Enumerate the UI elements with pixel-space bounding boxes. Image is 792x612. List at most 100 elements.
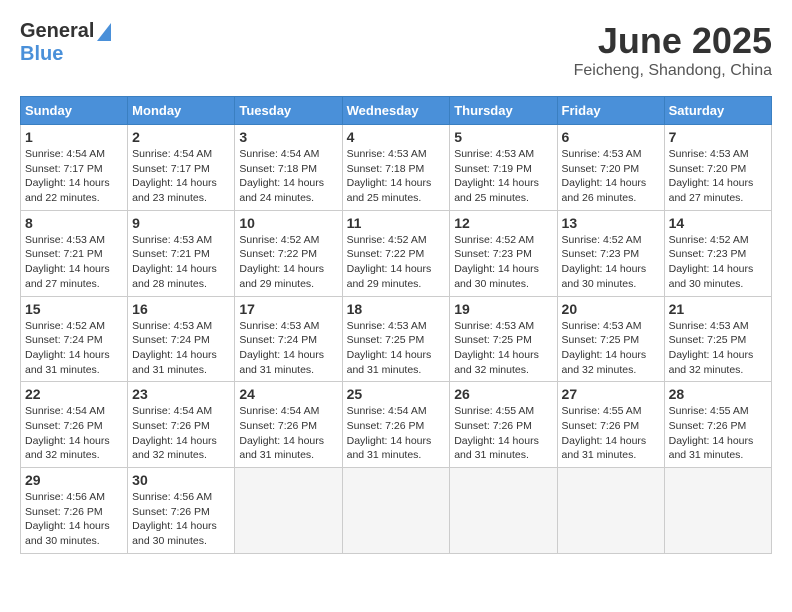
day-detail: Sunrise: 4:52 AM Sunset: 7:23 PM Dayligh…	[562, 233, 660, 292]
day-number: 27	[562, 386, 660, 402]
calendar-cell	[342, 468, 450, 554]
day-detail: Sunrise: 4:53 AM Sunset: 7:21 PM Dayligh…	[132, 233, 230, 292]
calendar-cell	[450, 468, 557, 554]
day-detail: Sunrise: 4:56 AM Sunset: 7:26 PM Dayligh…	[132, 490, 230, 549]
day-number: 6	[562, 129, 660, 145]
day-number: 10	[239, 215, 337, 231]
calendar-cell: 28 Sunrise: 4:55 AM Sunset: 7:26 PM Dayl…	[664, 382, 771, 468]
calendar-cell: 23 Sunrise: 4:54 AM Sunset: 7:26 PM Dayl…	[128, 382, 235, 468]
day-number: 19	[454, 301, 552, 317]
day-detail: Sunrise: 4:55 AM Sunset: 7:26 PM Dayligh…	[669, 404, 767, 463]
day-number: 1	[25, 129, 123, 145]
day-number: 24	[239, 386, 337, 402]
day-number: 21	[669, 301, 767, 317]
day-detail: Sunrise: 4:52 AM Sunset: 7:22 PM Dayligh…	[347, 233, 446, 292]
day-number: 13	[562, 215, 660, 231]
day-detail: Sunrise: 4:53 AM Sunset: 7:24 PM Dayligh…	[239, 319, 337, 378]
day-number: 30	[132, 472, 230, 488]
calendar-cell: 20 Sunrise: 4:53 AM Sunset: 7:25 PM Dayl…	[557, 296, 664, 382]
day-detail: Sunrise: 4:52 AM Sunset: 7:24 PM Dayligh…	[25, 319, 123, 378]
calendar-header-row: SundayMondayTuesdayWednesdayThursdayFrid…	[21, 97, 772, 125]
calendar-cell: 11 Sunrise: 4:52 AM Sunset: 7:22 PM Dayl…	[342, 210, 450, 296]
calendar-cell: 29 Sunrise: 4:56 AM Sunset: 7:26 PM Dayl…	[21, 468, 128, 554]
calendar-subtitle: Feicheng, Shandong, China	[574, 62, 772, 80]
day-detail: Sunrise: 4:54 AM Sunset: 7:26 PM Dayligh…	[239, 404, 337, 463]
logo-name: General	[20, 20, 111, 43]
calendar-cell: 13 Sunrise: 4:52 AM Sunset: 7:23 PM Dayl…	[557, 210, 664, 296]
logo-general-text: General	[20, 20, 94, 43]
day-header-saturday: Saturday	[664, 97, 771, 125]
calendar-cell: 22 Sunrise: 4:54 AM Sunset: 7:26 PM Dayl…	[21, 382, 128, 468]
day-detail: Sunrise: 4:54 AM Sunset: 7:26 PM Dayligh…	[25, 404, 123, 463]
calendar-cell	[557, 468, 664, 554]
day-header-friday: Friday	[557, 97, 664, 125]
calendar-cell: 10 Sunrise: 4:52 AM Sunset: 7:22 PM Dayl…	[235, 210, 342, 296]
calendar-cell: 12 Sunrise: 4:52 AM Sunset: 7:23 PM Dayl…	[450, 210, 557, 296]
day-number: 7	[669, 129, 767, 145]
day-detail: Sunrise: 4:53 AM Sunset: 7:24 PM Dayligh…	[132, 319, 230, 378]
day-detail: Sunrise: 4:54 AM Sunset: 7:18 PM Dayligh…	[239, 147, 337, 206]
day-detail: Sunrise: 4:54 AM Sunset: 7:26 PM Dayligh…	[347, 404, 446, 463]
calendar-cell: 1 Sunrise: 4:54 AM Sunset: 7:17 PM Dayli…	[21, 125, 128, 211]
day-detail: Sunrise: 4:53 AM Sunset: 7:25 PM Dayligh…	[562, 319, 660, 378]
day-detail: Sunrise: 4:53 AM Sunset: 7:18 PM Dayligh…	[347, 147, 446, 206]
day-number: 4	[347, 129, 446, 145]
day-number: 5	[454, 129, 552, 145]
day-number: 25	[347, 386, 446, 402]
day-number: 12	[454, 215, 552, 231]
day-detail: Sunrise: 4:54 AM Sunset: 7:17 PM Dayligh…	[25, 147, 123, 206]
calendar-cell: 8 Sunrise: 4:53 AM Sunset: 7:21 PM Dayli…	[21, 210, 128, 296]
calendar-cell: 16 Sunrise: 4:53 AM Sunset: 7:24 PM Dayl…	[128, 296, 235, 382]
day-detail: Sunrise: 4:54 AM Sunset: 7:17 PM Dayligh…	[132, 147, 230, 206]
calendar-week-2: 8 Sunrise: 4:53 AM Sunset: 7:21 PM Dayli…	[21, 210, 772, 296]
day-number: 23	[132, 386, 230, 402]
day-detail: Sunrise: 4:55 AM Sunset: 7:26 PM Dayligh…	[454, 404, 552, 463]
calendar-cell: 25 Sunrise: 4:54 AM Sunset: 7:26 PM Dayl…	[342, 382, 450, 468]
calendar-cell	[235, 468, 342, 554]
day-number: 15	[25, 301, 123, 317]
calendar-cell: 2 Sunrise: 4:54 AM Sunset: 7:17 PM Dayli…	[128, 125, 235, 211]
day-detail: Sunrise: 4:53 AM Sunset: 7:20 PM Dayligh…	[669, 147, 767, 206]
calendar-cell: 5 Sunrise: 4:53 AM Sunset: 7:19 PM Dayli…	[450, 125, 557, 211]
day-number: 26	[454, 386, 552, 402]
day-detail: Sunrise: 4:53 AM Sunset: 7:21 PM Dayligh…	[25, 233, 123, 292]
calendar-cell: 7 Sunrise: 4:53 AM Sunset: 7:20 PM Dayli…	[664, 125, 771, 211]
calendar-cell: 9 Sunrise: 4:53 AM Sunset: 7:21 PM Dayli…	[128, 210, 235, 296]
calendar-week-4: 22 Sunrise: 4:54 AM Sunset: 7:26 PM Dayl…	[21, 382, 772, 468]
day-detail: Sunrise: 4:55 AM Sunset: 7:26 PM Dayligh…	[562, 404, 660, 463]
calendar-body: 1 Sunrise: 4:54 AM Sunset: 7:17 PM Dayli…	[21, 125, 772, 554]
calendar-cell: 4 Sunrise: 4:53 AM Sunset: 7:18 PM Dayli…	[342, 125, 450, 211]
day-number: 16	[132, 301, 230, 317]
day-detail: Sunrise: 4:54 AM Sunset: 7:26 PM Dayligh…	[132, 404, 230, 463]
day-number: 20	[562, 301, 660, 317]
calendar-cell: 27 Sunrise: 4:55 AM Sunset: 7:26 PM Dayl…	[557, 382, 664, 468]
day-detail: Sunrise: 4:53 AM Sunset: 7:19 PM Dayligh…	[454, 147, 552, 206]
calendar-cell: 18 Sunrise: 4:53 AM Sunset: 7:25 PM Dayl…	[342, 296, 450, 382]
calendar-cell: 17 Sunrise: 4:53 AM Sunset: 7:24 PM Dayl…	[235, 296, 342, 382]
day-number: 3	[239, 129, 337, 145]
day-detail: Sunrise: 4:53 AM Sunset: 7:25 PM Dayligh…	[347, 319, 446, 378]
calendar-title: June 2025	[574, 20, 772, 62]
day-detail: Sunrise: 4:52 AM Sunset: 7:23 PM Dayligh…	[669, 233, 767, 292]
calendar-cell: 26 Sunrise: 4:55 AM Sunset: 7:26 PM Dayl…	[450, 382, 557, 468]
calendar-week-3: 15 Sunrise: 4:52 AM Sunset: 7:24 PM Dayl…	[21, 296, 772, 382]
calendar-cell: 24 Sunrise: 4:54 AM Sunset: 7:26 PM Dayl…	[235, 382, 342, 468]
calendar-cell: 15 Sunrise: 4:52 AM Sunset: 7:24 PM Dayl…	[21, 296, 128, 382]
day-header-wednesday: Wednesday	[342, 97, 450, 125]
day-detail: Sunrise: 4:52 AM Sunset: 7:23 PM Dayligh…	[454, 233, 552, 292]
day-header-sunday: Sunday	[21, 97, 128, 125]
day-detail: Sunrise: 4:53 AM Sunset: 7:20 PM Dayligh…	[562, 147, 660, 206]
title-area: June 2025 Feicheng, Shandong, China	[574, 20, 772, 80]
day-number: 17	[239, 301, 337, 317]
calendar-cell: 30 Sunrise: 4:56 AM Sunset: 7:26 PM Dayl…	[128, 468, 235, 554]
day-number: 9	[132, 215, 230, 231]
logo-triangle-icon	[97, 23, 111, 41]
day-number: 2	[132, 129, 230, 145]
day-number: 18	[347, 301, 446, 317]
day-header-thursday: Thursday	[450, 97, 557, 125]
calendar-cell: 14 Sunrise: 4:52 AM Sunset: 7:23 PM Dayl…	[664, 210, 771, 296]
day-number: 11	[347, 215, 446, 231]
logo-blue-text: Blue	[20, 43, 63, 66]
day-number: 28	[669, 386, 767, 402]
day-header-monday: Monday	[128, 97, 235, 125]
